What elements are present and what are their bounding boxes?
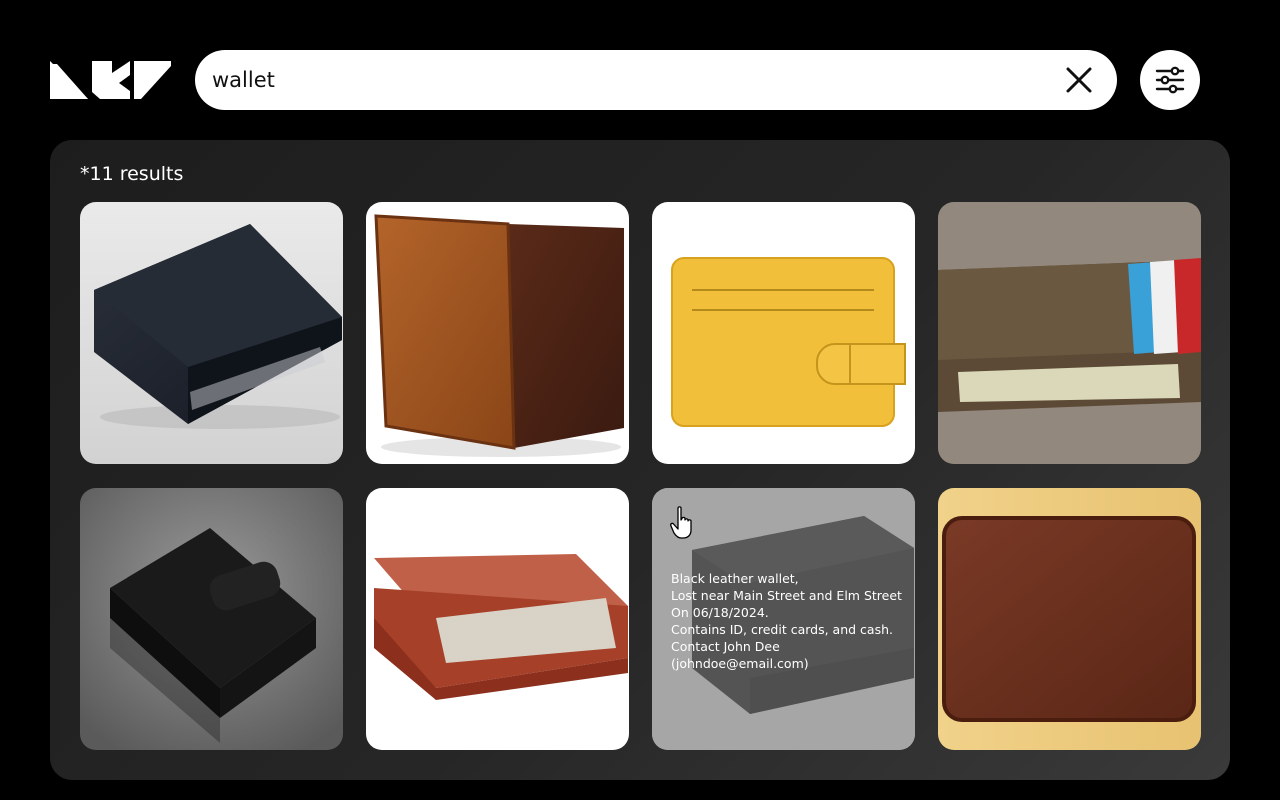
results-grid: Black leather wallet, Lost near Main Str… bbox=[80, 202, 1201, 750]
results-panel: *11 results Black leather wallet, Lost n… bbox=[50, 140, 1230, 780]
results-count: *11 results bbox=[80, 163, 184, 185]
details-line: On 06/18/2024. bbox=[671, 605, 769, 620]
details-line: Contact John Dee (johndoe@email.com) bbox=[671, 639, 809, 671]
details-line: Lost near Main Street and Elm Street bbox=[671, 588, 902, 603]
worn-brown-wallet-with-cash-image bbox=[938, 202, 1201, 464]
result-card-4[interactable] bbox=[938, 202, 1201, 464]
result-card-3[interactable] bbox=[652, 202, 915, 464]
result-card-7[interactable]: Black leather wallet, Lost near Main Str… bbox=[652, 488, 915, 750]
result-card-1[interactable] bbox=[80, 202, 343, 464]
details-line: Contains ID, credit cards, and cash. bbox=[671, 622, 893, 637]
search-input[interactable] bbox=[212, 50, 1032, 110]
yellow-card-wallet-image bbox=[652, 202, 915, 464]
details-line: Black leather wallet, bbox=[671, 571, 799, 586]
black-bifold-wallet-image bbox=[80, 202, 343, 464]
clear-search-button[interactable] bbox=[1063, 64, 1095, 96]
search-bar bbox=[195, 50, 1117, 110]
close-icon bbox=[1066, 67, 1092, 93]
black-croc-wallet-image bbox=[80, 488, 343, 750]
red-brown-wallet-with-euros-image bbox=[366, 488, 629, 750]
result-card-5[interactable] bbox=[80, 488, 343, 750]
filter-button[interactable] bbox=[1140, 50, 1200, 110]
result-card-8[interactable] bbox=[938, 488, 1201, 750]
sliders-icon bbox=[1155, 66, 1185, 94]
card-details: Black leather wallet, Lost near Main Str… bbox=[671, 570, 907, 672]
tan-brown-bifold-wallet-image bbox=[366, 202, 629, 464]
brown-leather-bifold-wallet-image bbox=[938, 488, 1201, 750]
result-card-2[interactable] bbox=[366, 202, 629, 464]
lrv-logo-icon[interactable] bbox=[50, 61, 171, 99]
result-card-6[interactable] bbox=[366, 488, 629, 750]
